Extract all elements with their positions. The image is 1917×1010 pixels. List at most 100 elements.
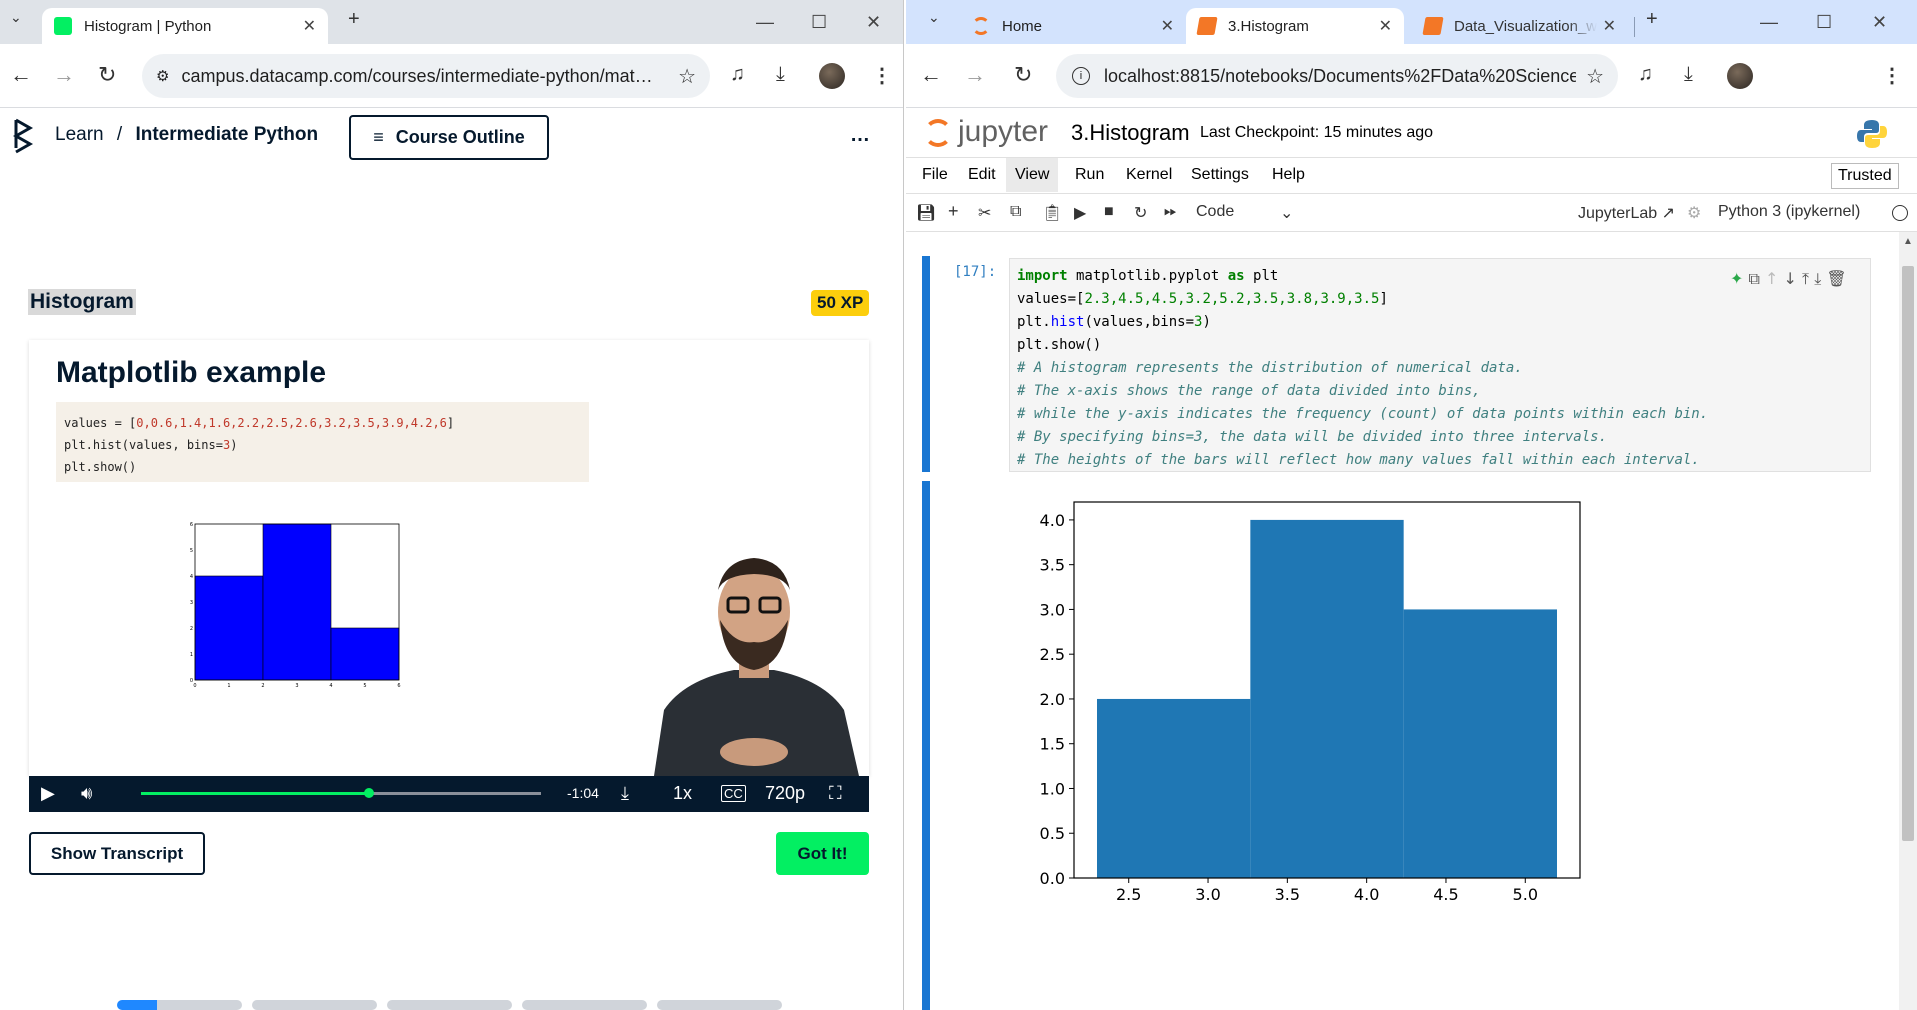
profile-avatar[interactable]	[819, 63, 845, 89]
course-outline-button[interactable]: ≡ Course Outline	[349, 115, 549, 160]
tab-3-histogram[interactable]: 3.Histogram ✕	[1186, 8, 1404, 44]
minimize-icon[interactable]: —	[756, 12, 774, 33]
jupyterlab-link[interactable]: JupyterLab ↗	[1578, 203, 1675, 223]
video-player[interactable]: Matplotlib example values = [0,0.6,1.4,1…	[29, 340, 869, 776]
close-window-icon[interactable]: ✕	[866, 12, 881, 33]
interrupt-kernel-icon[interactable]: ■	[1104, 203, 1114, 221]
got-it-button[interactable]: Got It!	[776, 832, 869, 875]
video-scrubber-handle[interactable]	[363, 788, 374, 798]
minimize-icon[interactable]: —	[1760, 12, 1778, 33]
copy-icon[interactable]: ⧉	[1010, 203, 1021, 221]
url-text: campus.datacamp.com/courses/intermediate…	[181, 65, 653, 86]
chevron-down-icon: ⌄	[1280, 205, 1294, 222]
video-progress-track[interactable]	[141, 788, 541, 798]
close-window-icon[interactable]: ✕	[1872, 12, 1887, 33]
new-tab-icon[interactable]: +	[348, 8, 360, 31]
maximize-icon[interactable]: ☐	[1816, 12, 1832, 33]
menu-view[interactable]: View	[1006, 158, 1059, 192]
menu-kernel[interactable]: Kernel	[1126, 166, 1172, 184]
breadcrumb-course[interactable]: Intermediate Python	[135, 124, 318, 145]
volume-icon[interactable]: 🔊︎	[81, 783, 92, 804]
x-tick-label: 4.0	[1354, 885, 1379, 904]
code-text: ]	[446, 416, 455, 430]
menu-settings[interactable]: Settings	[1191, 166, 1249, 184]
maximize-icon[interactable]: ☐	[811, 12, 827, 33]
insert-below-icon[interactable]: ⤓	[1814, 269, 1821, 288]
add-cell-icon[interactable]: +	[948, 201, 959, 222]
download-video-icon[interactable]: ⤓	[621, 783, 629, 804]
reload-icon[interactable]: ↻	[1014, 62, 1032, 88]
jupyter-logo[interactable]: jupyter	[924, 115, 1048, 149]
back-icon[interactable]: ←	[10, 62, 32, 88]
info-icon[interactable]: i	[1072, 67, 1090, 85]
breadcrumb-learn[interactable]: Learn	[55, 124, 104, 145]
media-controls-icon[interactable]: ♫	[1638, 63, 1653, 86]
close-tab-icon[interactable]: ✕	[303, 16, 316, 36]
bookmark-star-icon[interactable]: ☆	[1586, 64, 1604, 89]
reload-icon[interactable]: ↻	[98, 62, 116, 88]
forward-icon[interactable]: →	[964, 62, 986, 88]
play-icon[interactable]: ▶	[41, 783, 55, 804]
playback-speed[interactable]: 1x	[673, 783, 692, 804]
paste-icon[interactable]: 📋︎	[1042, 203, 1062, 223]
duplicate-cell-icon[interactable]: ⧉	[1749, 269, 1760, 288]
address-bar[interactable]: i localhost:8815/notebooks/Documents%2FD…	[1056, 54, 1618, 98]
bookmark-star-icon[interactable]: ☆	[678, 64, 696, 89]
menu-run[interactable]: Run	[1075, 166, 1104, 184]
run-cell-icon[interactable]: ▶	[1074, 203, 1086, 223]
scroll-up-icon[interactable]: ▲	[1903, 236, 1913, 247]
output-cell-collapse-bar[interactable]	[922, 481, 930, 1010]
y-tick-label: 3	[190, 600, 193, 606]
input-cell-selection-bar[interactable]	[922, 256, 930, 472]
code-line-4: plt.show()	[1017, 337, 1102, 353]
tab-search-icon[interactable]: ⌄	[10, 9, 22, 26]
code-cell-input[interactable]: import matplotlib.pyplot as plt values=[2…	[1009, 258, 1871, 472]
cell-type-select[interactable]: Code ⌄	[1196, 203, 1294, 222]
code-function: hist	[1050, 314, 1085, 330]
menu-edit[interactable]: Edit	[968, 166, 996, 184]
menu-help[interactable]: Help	[1272, 166, 1305, 184]
profile-avatar[interactable]	[1727, 63, 1753, 89]
download-icon[interactable]: ⤓	[776, 63, 785, 86]
restart-kernel-icon[interactable]: ↻	[1134, 203, 1147, 223]
move-down-icon[interactable]: ↓	[1784, 269, 1797, 288]
back-icon[interactable]: ←	[920, 62, 942, 88]
new-tab-icon[interactable]: +	[1646, 8, 1658, 31]
video-quality[interactable]: 720p	[765, 783, 805, 804]
captions-icon[interactable]: CC	[721, 785, 746, 802]
close-tab-icon[interactable]: ✕	[1161, 16, 1174, 36]
more-options-icon[interactable]: …	[850, 124, 870, 147]
datacamp-logo-icon[interactable]	[12, 118, 42, 154]
tab-search-icon[interactable]: ⌄	[928, 9, 940, 26]
restart-run-all-icon[interactable]: ⏩︎	[1164, 203, 1177, 221]
site-info-icon[interactable]: ⚙	[156, 67, 169, 85]
ai-sparkle-icon[interactable]: ✦	[1730, 269, 1743, 288]
close-tab-icon[interactable]: ✕	[1603, 16, 1616, 36]
cut-icon[interactable]: ✂	[978, 203, 991, 223]
media-controls-icon[interactable]: ♫	[730, 63, 745, 86]
forward-icon[interactable]: →	[53, 62, 75, 88]
trusted-indicator[interactable]: Trusted	[1831, 163, 1899, 189]
close-tab-icon[interactable]: ✕	[1379, 16, 1392, 36]
address-bar[interactable]: ⚙ campus.datacamp.com/courses/intermedia…	[142, 54, 710, 98]
scrollbar-thumb[interactable]	[1902, 266, 1914, 841]
browser-menu-icon[interactable]: ⋮	[1882, 63, 1902, 88]
code-line-2: plt.hist(values, bins=3)	[64, 434, 581, 456]
insert-above-icon[interactable]: ⤒	[1802, 269, 1809, 288]
kernel-name[interactable]: Python 3 (ipykernel)	[1718, 203, 1860, 221]
browser-menu-icon[interactable]: ⋮	[872, 63, 892, 88]
tab-histogram[interactable]: Histogram | Python ✕	[42, 8, 328, 44]
page-scrollbar[interactable]: ▲	[1899, 232, 1917, 1010]
move-up-icon[interactable]: ↑	[1765, 269, 1778, 288]
delete-cell-icon[interactable]: 🗑︎	[1826, 269, 1846, 288]
menu-file[interactable]: File	[922, 166, 948, 184]
tab-home[interactable]: Home ✕	[960, 8, 1186, 44]
breadcrumb-separator: /	[116, 124, 123, 145]
show-transcript-button[interactable]: Show Transcript	[29, 832, 205, 875]
download-icon[interactable]: ⤓	[1684, 63, 1693, 86]
fullscreen-icon[interactable]: ⛶	[829, 783, 842, 804]
notebook-name[interactable]: 3.Histogram	[1071, 120, 1190, 146]
save-icon[interactable]: 💾︎	[916, 203, 936, 223]
tab-data-visualization[interactable]: Data_Visualization_w ✕	[1412, 8, 1628, 44]
x-tick-label: 5.0	[1513, 885, 1538, 904]
